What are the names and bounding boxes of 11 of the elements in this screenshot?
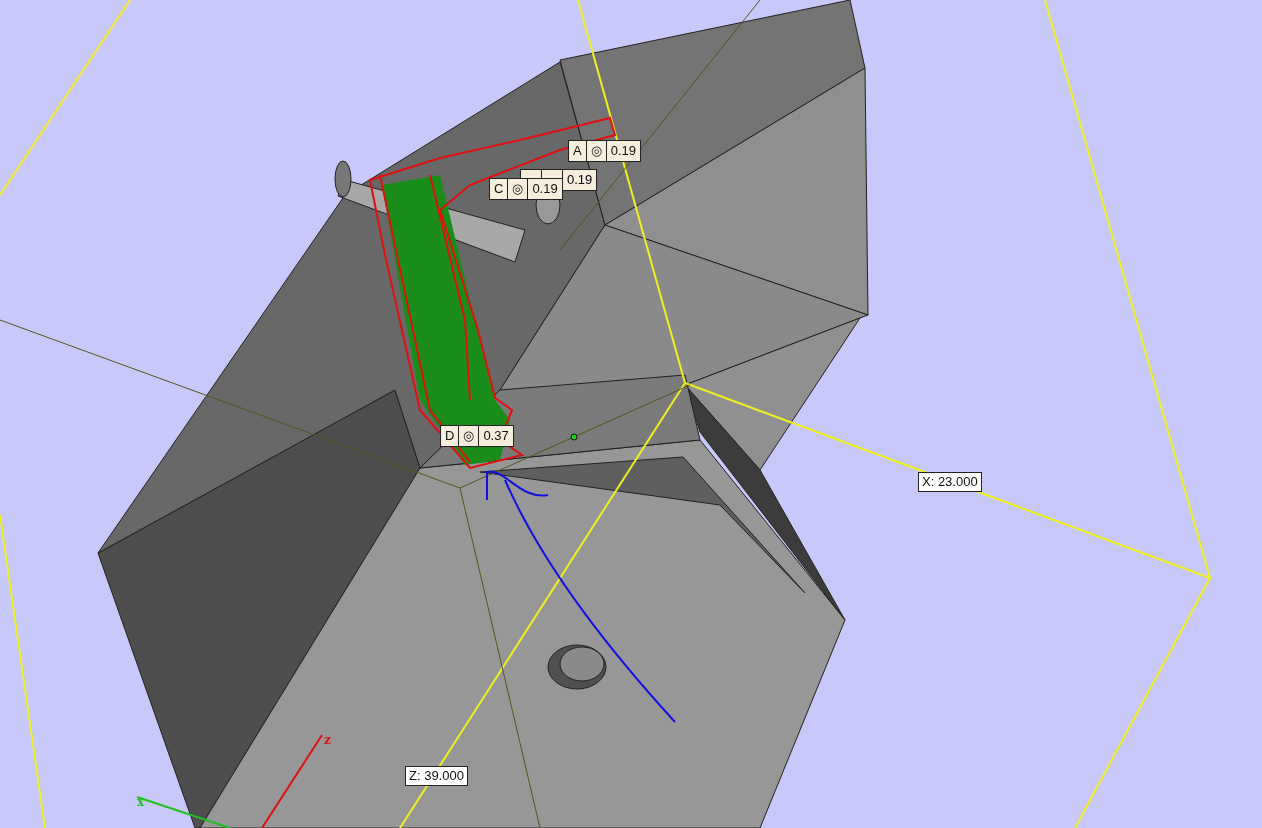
tolerance-value: 0.19 <box>609 142 637 160</box>
dimension-label: Z: 39.000 <box>405 766 468 786</box>
axis-label: z <box>324 733 331 747</box>
annotation-letter: C <box>490 179 509 199</box>
tolerance-value: 0.19 <box>566 171 594 189</box>
annotation-letter: D <box>441 426 460 446</box>
axis-label: x <box>137 795 145 809</box>
tolerance-value: 0.19 <box>531 180 559 198</box>
tolerance-value: 0.37 <box>482 427 510 445</box>
dimension-label: X: 23.000 <box>918 472 982 492</box>
annotation-letter: A <box>569 141 587 161</box>
